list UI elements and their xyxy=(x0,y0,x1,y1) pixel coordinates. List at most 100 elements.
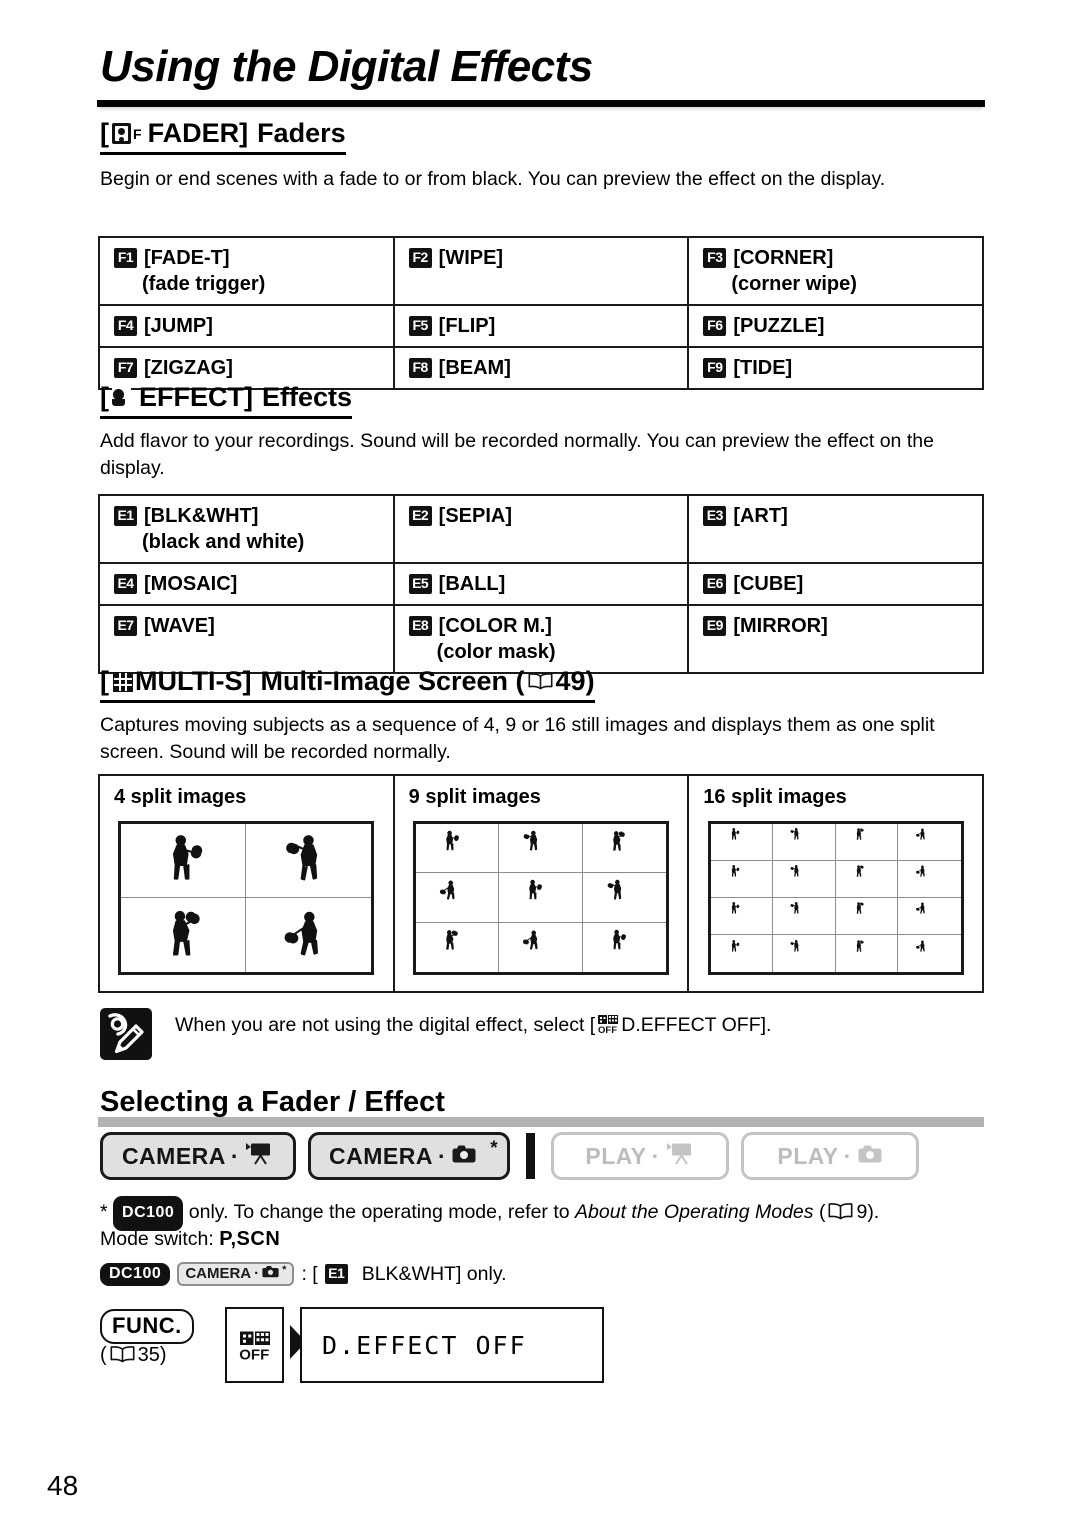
mode-switch-line: Mode switch: P,SCN xyxy=(100,1228,280,1251)
split-frame xyxy=(415,873,500,923)
effect-sublabel: (corner wipe) xyxy=(731,273,857,295)
split-frame xyxy=(773,824,836,861)
effect-sublabel: (color mask) xyxy=(436,641,556,663)
effect-sublabel: (fade trigger) xyxy=(142,273,266,295)
table-cell: E1 [BLK&WHT] (black and white) xyxy=(98,494,395,564)
table-cell: F2 [WIPE] xyxy=(392,236,690,306)
mode-button-play-movie[interactable]: PLAY · xyxy=(551,1132,730,1180)
mode-button-label: CAMERA xyxy=(121,1142,226,1169)
split-frame xyxy=(898,861,961,898)
dc100-badge: DC100 xyxy=(100,1262,171,1286)
split-screen-preview xyxy=(118,821,375,975)
restriction-separator: : [ xyxy=(301,1262,318,1285)
effect-label: [FLIP] xyxy=(438,315,496,337)
paren-open: ( xyxy=(100,1344,107,1366)
footnote-text-c: ). xyxy=(867,1201,880,1223)
split-frame xyxy=(773,898,836,935)
effect-icon xyxy=(112,387,131,408)
split-frame xyxy=(416,922,500,972)
split-frame xyxy=(710,861,774,898)
effect-badge: F8 xyxy=(408,358,432,378)
split-frame xyxy=(415,824,500,874)
split-frame xyxy=(835,861,899,898)
dc100-badge: DC100 xyxy=(113,1196,184,1231)
dot-separator: · xyxy=(651,1142,660,1169)
func-page-reference: ( 35) xyxy=(100,1344,167,1367)
d-effect-off-icon: OFF xyxy=(597,1014,619,1036)
paren-close: ) xyxy=(159,1344,167,1366)
table-cell: E3 [ART] xyxy=(687,494,984,564)
table-cell: E5 [BALL] xyxy=(392,562,690,606)
photo-camera-icon xyxy=(262,1265,279,1282)
table-cell: E9 [MIRROR] xyxy=(687,604,984,674)
effect-label: [BEAM] xyxy=(438,357,511,379)
table-row: E4 [MOSAIC] E5 [BALL] E6 [CUBE] xyxy=(98,562,984,606)
movie-camera-icon xyxy=(665,1141,695,1171)
effect-badge: E9 xyxy=(703,616,727,636)
effect-badge: F3 xyxy=(703,248,727,268)
table-cell: E2 [SEPIA] xyxy=(392,494,690,564)
multi-screen-icon xyxy=(113,671,133,692)
split-label: 16 split images xyxy=(703,786,847,808)
effect-label: [FADE-T] xyxy=(144,247,230,269)
book-icon xyxy=(528,673,553,690)
table-cell: F1 [FADE-T] (fade trigger) xyxy=(98,236,395,306)
camera-photo-mode-chip: CAMERA · * xyxy=(177,1262,295,1286)
note-text: When you are not using the digital effec… xyxy=(175,1012,985,1039)
multis-page-ref: 49 xyxy=(555,666,586,696)
split-label: 4 split images xyxy=(114,786,247,808)
book-icon xyxy=(110,1346,135,1363)
effect-label: [WAVE] xyxy=(144,615,215,637)
asterisk: * xyxy=(282,1263,287,1276)
mode-button-camera-photo[interactable]: CAMERA · * xyxy=(308,1132,511,1180)
split-screen-preview xyxy=(707,821,964,975)
effect-badge: E6 xyxy=(703,574,727,594)
table-cell: E6 [CUBE] xyxy=(687,562,984,606)
split-frame xyxy=(710,824,774,861)
mode-button-play-photo[interactable]: PLAY · xyxy=(741,1132,920,1180)
footnote-star: * xyxy=(100,1201,108,1223)
note-text-before: When you are not using the digital effec… xyxy=(175,1014,596,1036)
mode-switch-value: P,SCN xyxy=(219,1228,281,1250)
d-effect-off-icon[interactable]: OFF xyxy=(225,1307,284,1383)
section-heading-multis: [ MULTI-S] Multi-Image Screen ( 49 ) xyxy=(100,666,595,703)
svg-text:OFF: OFF xyxy=(239,1346,269,1360)
effect-badge: F7 xyxy=(114,358,137,378)
note-text-after: D.EFFECT OFF]. xyxy=(621,1014,772,1036)
operating-mode-row: CAMERA · CAMERA · * PLAY · PLAY · xyxy=(100,1132,920,1180)
dot-separator: · xyxy=(843,1142,852,1169)
split-images-table: 4 split images 9 split images 16 split ima… xyxy=(98,774,984,993)
asterisk: * xyxy=(490,1138,499,1159)
dot-separator: · xyxy=(437,1142,447,1169)
footnote-italic: About the Operating Modes xyxy=(575,1201,814,1223)
effect-label: [BALL] xyxy=(438,573,506,595)
fader-icon xyxy=(112,123,131,144)
footnote-text-b: ( xyxy=(818,1201,826,1223)
effect-badge: F9 xyxy=(703,358,727,378)
func-button[interactable]: FUNC. xyxy=(100,1309,194,1344)
split-frame xyxy=(773,861,836,898)
multis-description: Captures moving subjects as a sequence o… xyxy=(100,714,935,763)
selecting-title: Selecting a Fader / Effect xyxy=(100,1086,445,1118)
section-heading-multis-suffix: Multi-Image Screen ( xyxy=(260,666,525,696)
table-cell: F6 [PUZZLE] xyxy=(687,304,984,348)
table-row: F1 [FADE-T] (fade trigger) F2 [WIPE] F3 [CORNE… xyxy=(98,236,984,306)
effect-badge: F4 xyxy=(114,316,137,336)
display-readout: D.EFFECT OFF xyxy=(300,1307,604,1383)
effect-label: [PUZZLE] xyxy=(733,315,825,337)
split-frame xyxy=(121,898,247,972)
mode-button-camera-movie[interactable]: CAMERA · xyxy=(100,1132,296,1180)
effect-badge: E7 xyxy=(114,616,137,636)
effect-label: [JUMP] xyxy=(144,315,213,337)
effect-label: [CORNER] xyxy=(733,247,834,269)
split-frame xyxy=(898,824,961,861)
bracket-open: [ xyxy=(100,118,109,148)
bracket-open: [ xyxy=(100,382,109,412)
split-frame xyxy=(499,824,583,874)
table-cell: E8 [COLOR M.] (color mask) xyxy=(392,604,690,674)
table-cell: E7 [WAVE] xyxy=(98,604,395,674)
effect-description: Add flavor to your recordings. Sound wil… xyxy=(100,430,934,479)
fader-icon-subscript: F xyxy=(133,125,142,142)
split-demo-cell: 4 split images xyxy=(98,774,395,993)
split-label: 9 split images xyxy=(408,786,541,808)
